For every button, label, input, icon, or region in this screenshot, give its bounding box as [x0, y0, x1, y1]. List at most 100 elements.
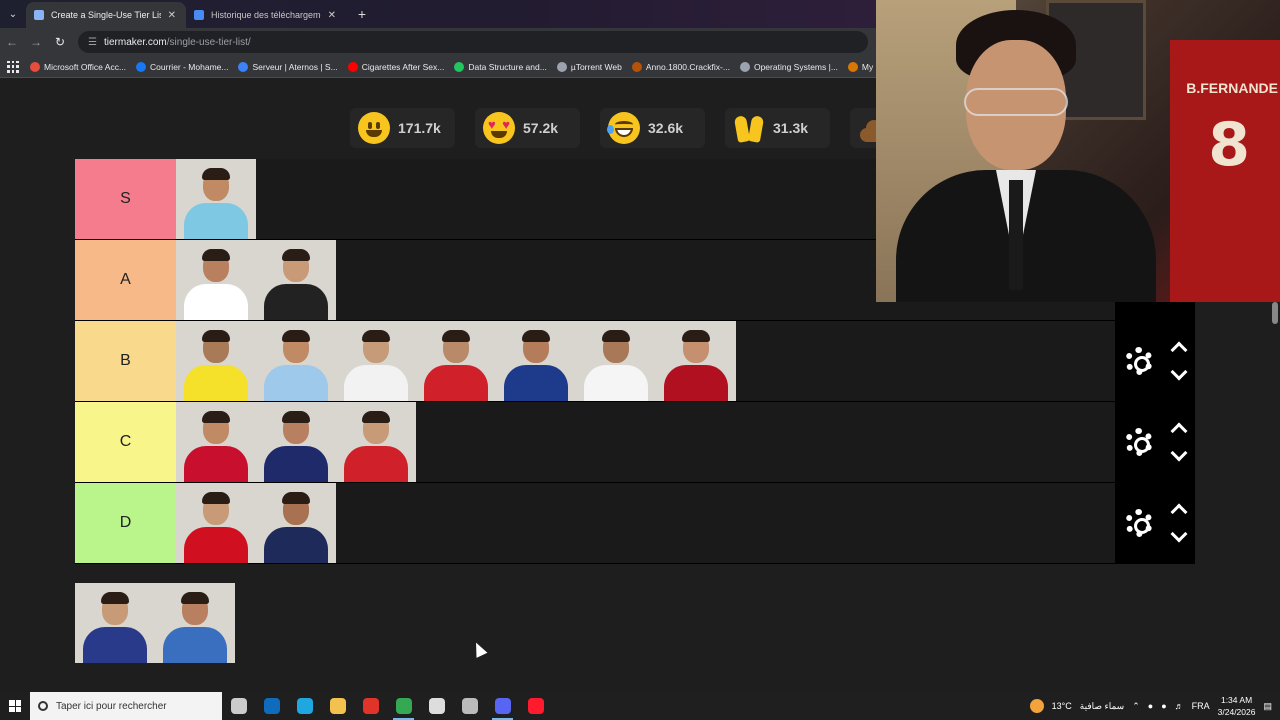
taskbar-app[interactable] [354, 692, 387, 720]
bookmark-item[interactable]: Operating Systems |... [739, 61, 838, 72]
chevron-up-icon[interactable] [1170, 422, 1188, 440]
chevron-down-icon[interactable] [1170, 525, 1188, 543]
taskbar-app[interactable] [288, 692, 321, 720]
photo-hair [602, 330, 630, 342]
tier-item-photo[interactable] [176, 159, 256, 239]
weather-icon[interactable] [1029, 699, 1044, 713]
steam-icon [428, 698, 445, 714]
taskbar-app[interactable] [486, 692, 519, 720]
reaction-button[interactable]: 171.7k [350, 108, 455, 148]
bookmark-item[interactable]: Microsoft Office Acc... [30, 61, 126, 72]
outlook-icon [263, 698, 280, 714]
photo-hair [202, 330, 230, 342]
tab-downloads[interactable]: Historique des téléchargements ✕ [186, 2, 346, 28]
reaction-button[interactable]: 32.6k [600, 108, 705, 148]
tier-item-photo[interactable] [176, 402, 256, 482]
weather-text[interactable]: سماء صافية [1080, 701, 1124, 712]
tier-item-photo[interactable] [176, 483, 256, 563]
tier-label[interactable]: B [75, 321, 176, 401]
bookmark-favicon-icon [847, 61, 858, 72]
forward-arrow-icon[interactable]: → [24, 35, 48, 49]
taskbar-app[interactable] [453, 692, 486, 720]
chevron-down-icon[interactable] [1170, 363, 1188, 381]
photo-shirt [344, 365, 408, 401]
back-arrow-icon[interactable]: ← [0, 35, 24, 49]
tier-item-photo[interactable] [256, 483, 336, 563]
tier-item-photo[interactable] [656, 321, 736, 401]
bookmark-item[interactable]: Cigarettes After Sex... [347, 61, 444, 72]
taskbar-app[interactable] [420, 692, 453, 720]
bookmark-item[interactable]: Serveur | Aternos | S... [238, 61, 338, 72]
start-button[interactable] [0, 700, 30, 712]
reaction-count: 57.2k [523, 120, 559, 136]
tier-items[interactable] [176, 402, 1195, 482]
tier-label[interactable]: D [75, 483, 176, 563]
photo-shirt [584, 365, 648, 401]
tier-label[interactable]: C [75, 402, 176, 482]
reload-icon[interactable]: ↻ [48, 35, 72, 49]
taskbar-app[interactable] [255, 692, 288, 720]
volume-icon[interactable]: ♬ [1175, 701, 1184, 711]
microphone-icon[interactable]: ● [1161, 701, 1166, 711]
clock-time: 1:34 AM [1220, 695, 1253, 705]
taskbar-app[interactable] [387, 692, 420, 720]
gear-icon[interactable] [1125, 509, 1153, 537]
taskbar-app[interactable] [222, 692, 255, 720]
taskbar-app[interactable] [321, 692, 354, 720]
bookmark-item[interactable]: Anno.1800.Crackfix-... [631, 61, 730, 72]
tab-tiermaker[interactable]: Create a Single-Use Tier List (P ✕ [26, 2, 186, 28]
photo-shirt [264, 284, 328, 320]
chevron-down-icon[interactable] [1170, 444, 1188, 462]
tier-item-photo[interactable] [256, 402, 336, 482]
site-info-icon[interactable]: ☰ [88, 37, 97, 48]
chevron-up-icon[interactable] [1170, 341, 1188, 359]
gear-icon[interactable] [1125, 428, 1153, 456]
gear-icon[interactable] [1125, 347, 1153, 375]
photo-hair [682, 330, 710, 342]
bookmark-label: Anno.1800.Crackfix-... [645, 61, 730, 72]
photo-shirt [83, 627, 147, 663]
file-explorer-icon [329, 698, 346, 714]
tier-label[interactable]: A [75, 240, 176, 320]
tier-item-photo[interactable] [496, 321, 576, 401]
taskbar-search-box[interactable]: Taper ici pour rechercher [30, 692, 222, 720]
tier-label[interactable]: S [75, 159, 176, 239]
notifications-icon[interactable]: ▤ [1263, 701, 1272, 712]
chevron-up-icon[interactable] [1170, 503, 1188, 521]
tier-items[interactable] [176, 321, 1195, 401]
bookmark-favicon-icon [454, 61, 465, 72]
photo-shirt [664, 365, 728, 401]
close-tab-icon[interactable]: ✕ [328, 10, 336, 21]
bank-item-photo[interactable] [155, 583, 235, 663]
reaction-button[interactable]: 57.2k [475, 108, 580, 148]
photo-hair [101, 592, 129, 604]
bank-item-photo[interactable] [75, 583, 155, 663]
new-tab-plus-icon[interactable]: + [352, 4, 372, 24]
bookmark-item[interactable]: My [847, 61, 873, 72]
tier-item-photo[interactable] [256, 321, 336, 401]
page-scrollbar[interactable] [1272, 302, 1278, 324]
tier-item-photo[interactable] [176, 240, 256, 320]
taskbar-clock[interactable]: 1:34 AM 3/24/2026 [1218, 694, 1256, 718]
weather-temperature[interactable]: 13°C [1052, 701, 1072, 711]
apps-grid-icon[interactable] [6, 60, 20, 74]
close-tab-icon[interactable]: ✕ [168, 10, 176, 21]
tier-item-photo[interactable] [416, 321, 496, 401]
tier-item-photo[interactable] [336, 321, 416, 401]
tier-items[interactable] [176, 483, 1195, 563]
system-tray: 13°C سماء صافية ⌃ ● ● ♬ FRA 1:34 AM 3/24… [1029, 694, 1280, 718]
tier-item-photo[interactable] [256, 240, 336, 320]
reaction-button[interactable]: 31.3k [725, 108, 830, 148]
tier-item-photo[interactable] [336, 402, 416, 482]
tab-search-chevron-icon[interactable]: ⌄ [0, 0, 26, 28]
bookmark-item[interactable]: Courrier - Mohame... [136, 61, 228, 72]
taskbar-app[interactable] [519, 692, 552, 720]
network-icon[interactable]: ● [1148, 701, 1153, 711]
tier-item-photo[interactable] [176, 321, 256, 401]
tray-chevron-icon[interactable]: ⌃ [1132, 701, 1140, 712]
url-bar[interactable]: ☰ tiermaker.com/single-use-tier-list/ [78, 31, 868, 53]
bookmark-item[interactable]: µTorrent Web [556, 61, 622, 72]
bookmark-item[interactable]: Data Structure and... [454, 61, 547, 72]
tier-item-photo[interactable] [576, 321, 656, 401]
input-language[interactable]: FRA [1192, 701, 1210, 711]
